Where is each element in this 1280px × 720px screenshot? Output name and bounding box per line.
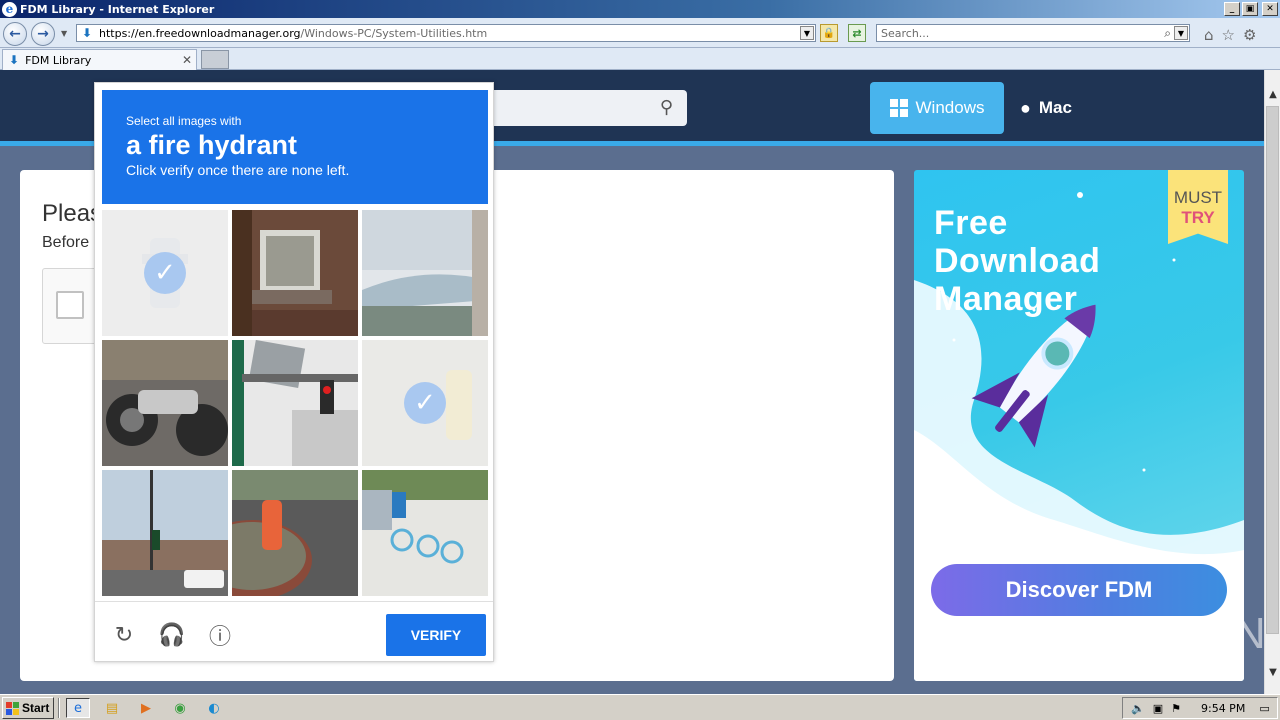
taskbar-separator (58, 698, 60, 718)
reload-icon[interactable]: ↻ (111, 622, 137, 648)
taskbar: Start e ▤ ▶ ◉ ◐ 🔈 ▣ ⚑ 9:54 PM ▭ (0, 694, 1280, 720)
back-button[interactable]: ← (3, 22, 27, 46)
captcha-tile-2[interactable] (232, 210, 358, 336)
maximize-button[interactable]: ▣ (1242, 2, 1258, 16)
recaptcha-checkbox[interactable] (56, 291, 84, 319)
history-dropdown-icon[interactable]: ▼ (61, 29, 67, 38)
scroll-thumb[interactable] (1266, 106, 1279, 634)
tile-8-image (232, 470, 358, 596)
windows-logo-icon (889, 99, 908, 117)
captcha-tile-7[interactable] (102, 470, 228, 596)
search-icon[interactable]: ⌕ (1164, 26, 1171, 41)
url-path: /Windows-PC/System-Utilities.htm (300, 26, 488, 40)
windows-start-icon (6, 701, 19, 715)
verify-button[interactable]: VERIFY (386, 614, 486, 656)
tab-favicon-icon: ⬇ (9, 53, 20, 67)
tab-fdm-library[interactable]: ⬇ FDM Library ✕ (2, 49, 197, 70)
site-favicon-icon: ⬇ (81, 26, 93, 40)
tab-close-icon[interactable]: ✕ (182, 53, 192, 67)
content-subtitle: Before (42, 234, 90, 251)
selected-check-icon: ✓ (404, 382, 446, 424)
tile-2-image (232, 210, 358, 336)
try-label: TRY (1181, 208, 1215, 227)
must-try-ribbon: MUST TRY (1168, 170, 1228, 244)
taskbar-edge-icon[interactable]: ◐ (202, 698, 226, 718)
window-titlebar: e FDM Library - Internet Explorer _ ▣ ✕ (0, 0, 1280, 18)
forward-arrow-icon: → (37, 26, 49, 42)
captcha-challenge: Select all images with a fire hydrant Cl… (94, 82, 494, 662)
recaptcha-widget (42, 268, 102, 344)
back-arrow-icon: ← (9, 26, 21, 42)
action-center-flag-icon[interactable]: ⚑ (1171, 702, 1181, 715)
captcha-hint: Click verify once there are none left. (126, 162, 350, 178)
system-tray: 🔈 ▣ ⚑ 9:54 PM ▭ (1122, 697, 1278, 719)
network-icon[interactable]: ▣ (1153, 702, 1163, 715)
show-desktop-icon[interactable]: ▭ (1259, 702, 1269, 715)
window-title: FDM Library - Internet Explorer (20, 2, 215, 16)
captcha-tile-6[interactable]: ✓ (362, 340, 488, 466)
tile-3-image (362, 210, 488, 336)
new-tab-button[interactable] (201, 50, 229, 69)
web-page: ⚲ Windows ● Mac Pleas Before Free Downlo… (0, 70, 1264, 694)
tile-9-image (362, 470, 488, 596)
navigation-bar: ← → ▼ ⬇ https://en.freedownloadmanager.o… (0, 18, 1280, 48)
taskbar-ie-icon[interactable]: e (66, 698, 90, 718)
fdm-ad-banner[interactable]: Free Download Manager MUST TRY Discover … (914, 170, 1244, 681)
audio-headphones-icon[interactable]: 🎧 (158, 622, 185, 648)
scroll-down-icon[interactable]: ▼ (1266, 664, 1280, 680)
ad-title: Free Download Manager (934, 204, 1101, 318)
captcha-tile-3[interactable] (362, 210, 488, 336)
address-bar[interactable]: ⬇ https://en.freedownloadmanager.org/Win… (76, 24, 816, 42)
minimize-button[interactable]: _ (1224, 2, 1240, 16)
home-icon[interactable]: ⌂ (1204, 26, 1214, 44)
scroll-up-icon[interactable]: ▲ (1266, 86, 1280, 102)
captcha-header: Select all images with a fire hydrant Cl… (102, 90, 488, 204)
forward-button[interactable]: → (31, 22, 55, 46)
search-dropdown-icon[interactable]: ▼ (1174, 26, 1188, 40)
clock[interactable]: 9:54 PM (1201, 702, 1245, 715)
windows-label: Windows (915, 98, 985, 117)
tile-5-image (232, 340, 358, 466)
selected-check-icon: ✓ (144, 252, 186, 294)
must-label: MUST (1173, 188, 1223, 207)
apple-logo-icon: ● (1020, 97, 1031, 118)
favorites-star-icon[interactable]: ☆ (1222, 26, 1235, 44)
captcha-tile-4[interactable] (102, 340, 228, 466)
settings-gear-icon[interactable]: ⚙ (1243, 26, 1256, 44)
tile-4-image (102, 340, 228, 466)
anyrun-watermark: ANY▷RUN (1040, 609, 1267, 658)
captcha-tile-9[interactable] (362, 470, 488, 596)
windows-button[interactable]: Windows (870, 82, 1004, 134)
mac-label: Mac (1038, 98, 1072, 117)
site-search-input[interactable]: ⚲ (470, 90, 687, 126)
captcha-footer: ↻ 🎧 ⓘ VERIFY (95, 601, 493, 663)
vertical-scrollbar[interactable]: ▲ ▼ (1264, 70, 1280, 694)
ie-logo-icon: e (2, 1, 17, 17)
captcha-tile-1[interactable]: ✓ (102, 210, 228, 336)
site-search-icon[interactable]: ⚲ (660, 97, 673, 118)
start-label: Start (22, 701, 50, 715)
tile-7-image (102, 470, 228, 596)
captcha-tile-8[interactable] (232, 470, 358, 596)
close-button[interactable]: ✕ (1262, 2, 1278, 16)
taskbar-explorer-folder-icon[interactable]: ▤ (100, 698, 124, 718)
captcha-target: a fire hydrant (126, 130, 298, 160)
url-host: https://en.freedownloadmanager.org (99, 26, 301, 40)
browser-search-input[interactable]: Search... ⌕ ▼ (876, 24, 1190, 42)
refresh-icon[interactable]: ⇄ (848, 24, 866, 42)
search-placeholder: Search... (881, 26, 930, 40)
tab-bar: ⬇ FDM Library ✕ (0, 48, 1280, 70)
volume-icon[interactable]: 🔈 (1131, 702, 1145, 715)
captcha-instruction: Select all images with (126, 114, 242, 128)
taskbar-chrome-icon[interactable]: ◉ (168, 698, 192, 718)
mac-button[interactable]: ● Mac (1020, 82, 1090, 134)
address-dropdown-icon[interactable]: ▼ (800, 26, 814, 40)
tab-title: FDM Library (25, 53, 92, 67)
taskbar-media-player-icon[interactable]: ▶ (134, 698, 158, 718)
start-button[interactable]: Start (2, 697, 54, 719)
captcha-image-grid: ✓ ✓ (102, 210, 488, 596)
captcha-tile-5[interactable] (232, 340, 358, 466)
info-icon[interactable]: ⓘ (207, 622, 233, 650)
lock-icon[interactable]: 🔒 (820, 24, 838, 42)
